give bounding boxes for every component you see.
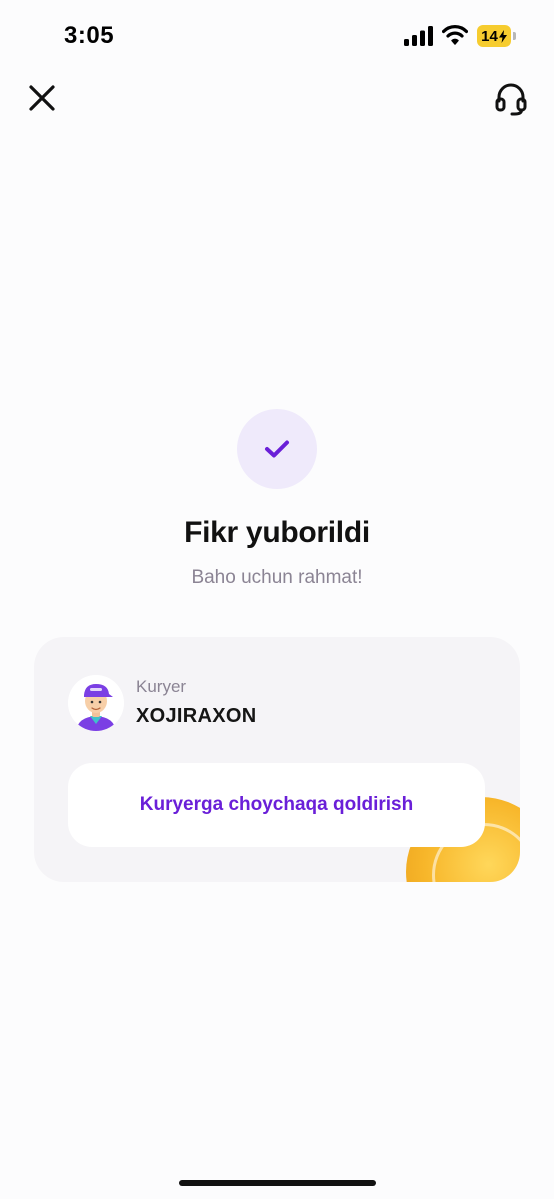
battery-level: 14 <box>481 27 498 45</box>
courier-card: Kuryer XOJIRAXON Kuryerga choychaqa qold… <box>34 637 520 882</box>
courier-role-label: Kuryer <box>136 677 187 696</box>
headset-icon <box>495 83 527 116</box>
close-button[interactable] <box>26 82 58 114</box>
close-icon <box>29 85 55 111</box>
courier-avatar <box>68 675 124 731</box>
courier-avatar-icon <box>68 675 124 731</box>
battery-indicator: 14 <box>477 25 511 47</box>
battery-cap <box>513 32 516 40</box>
home-indicator[interactable] <box>179 1180 376 1186</box>
page-subtitle: Baho uchun rahmat! <box>191 567 363 588</box>
signal-icon <box>404 26 433 46</box>
status-time: 3:05 <box>64 22 115 49</box>
page-title: Fikr yuborildi <box>184 516 370 549</box>
charging-bolt-icon <box>498 29 507 43</box>
status-bar: 3:05 14 <box>0 0 554 72</box>
courier-name: XOJIRAXON <box>136 705 257 727</box>
wifi-icon <box>442 25 468 45</box>
success-badge <box>237 409 317 489</box>
support-button[interactable] <box>494 82 528 116</box>
tip-courier-button-label: Kuryerga choychaqa qoldirish <box>139 794 414 815</box>
tip-courier-button[interactable]: Kuryerga choychaqa qoldirish <box>68 763 485 847</box>
checkmark-icon <box>265 440 289 458</box>
